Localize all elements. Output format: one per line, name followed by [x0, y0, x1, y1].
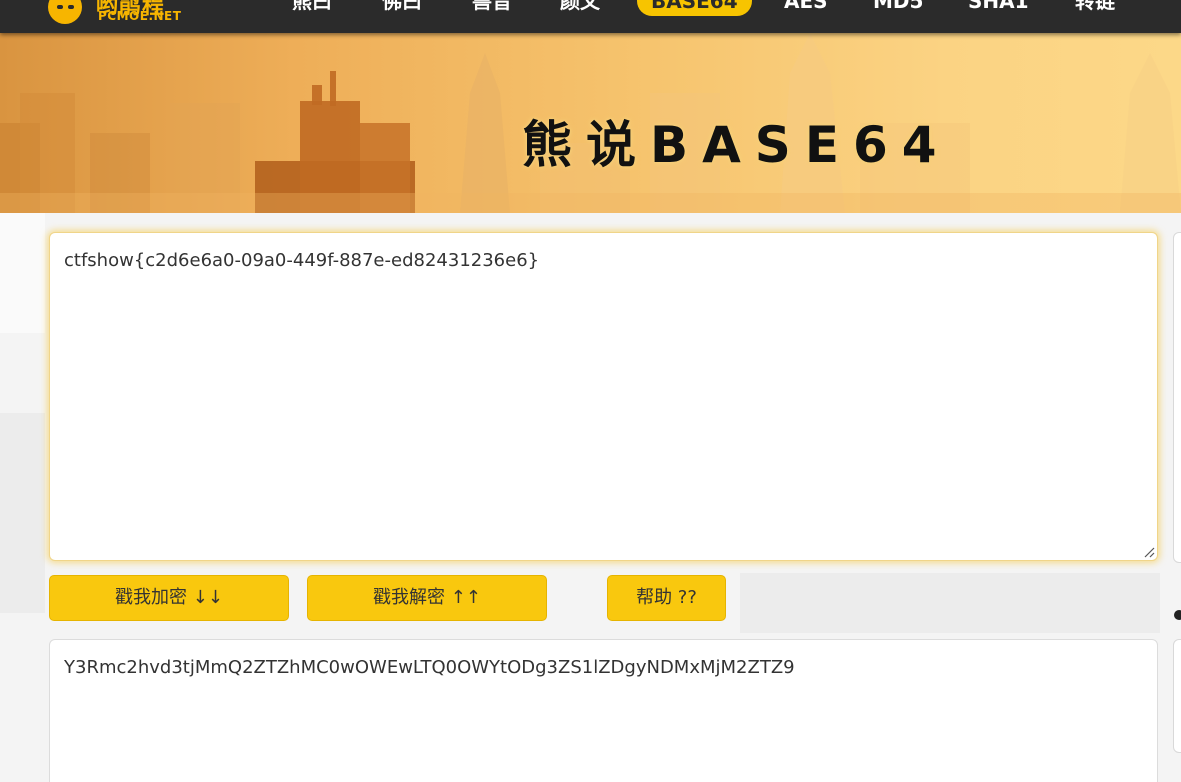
page: 哟鹃程 PCMOE.NET 熊曰 佛曰 兽音 颜文 BASE64 AES MD5… — [0, 0, 1181, 782]
top-navbar: 哟鹃程 PCMOE.NET 熊曰 佛曰 兽音 颜文 BASE64 AES MD5… — [0, 0, 1181, 33]
nav-menu: 熊曰 佛曰 兽音 颜文 BASE64 AES MD5 SHA1 转链 — [0, 0, 1181, 33]
nav-item-xiongyue[interactable]: 熊曰 — [292, 0, 332, 16]
header-banner: 熊说BASE64 — [0, 33, 1181, 213]
encrypt-button[interactable]: 戳我加密 ↓↓ — [49, 575, 289, 621]
nav-item-sha1[interactable]: SHA1 — [968, 0, 1029, 16]
decrypt-button[interactable]: 戳我解密 ↑↑ — [307, 575, 547, 621]
side-panel — [1173, 232, 1181, 563]
banner-title: 熊说BASE64 — [522, 116, 951, 174]
nav-item-yanwen[interactable]: 颜文 — [560, 0, 600, 16]
resize-grip-icon[interactable] — [1141, 544, 1155, 558]
help-button[interactable]: 帮助 ?? — [607, 575, 726, 621]
background-tile — [0, 413, 45, 613]
ciphertext-output[interactable]: Y3Rmc2hvd3tjMmQ2ZTZhMC0wOWEwLTQ0OWYtODg3… — [49, 639, 1158, 782]
background-tile — [740, 573, 1160, 633]
background-tile — [0, 213, 45, 333]
side-scroll-indicator[interactable] — [1174, 610, 1181, 620]
nav-item-aes[interactable]: AES — [784, 0, 828, 16]
main-content: ctfshow{c2d6e6a0-09a0-449f-887e-ed824312… — [0, 213, 1181, 782]
nav-item-shouyin[interactable]: 兽音 — [472, 0, 512, 16]
side-panel — [1173, 639, 1181, 753]
plaintext-input[interactable]: ctfshow{c2d6e6a0-09a0-449f-887e-ed824312… — [49, 232, 1158, 561]
nav-item-zhuanlian[interactable]: 转链 — [1075, 0, 1115, 16]
nav-item-md5[interactable]: MD5 — [873, 0, 923, 16]
nav-item-base64[interactable]: BASE64 — [637, 0, 752, 16]
nav-item-foyue[interactable]: 佛曰 — [382, 0, 422, 16]
